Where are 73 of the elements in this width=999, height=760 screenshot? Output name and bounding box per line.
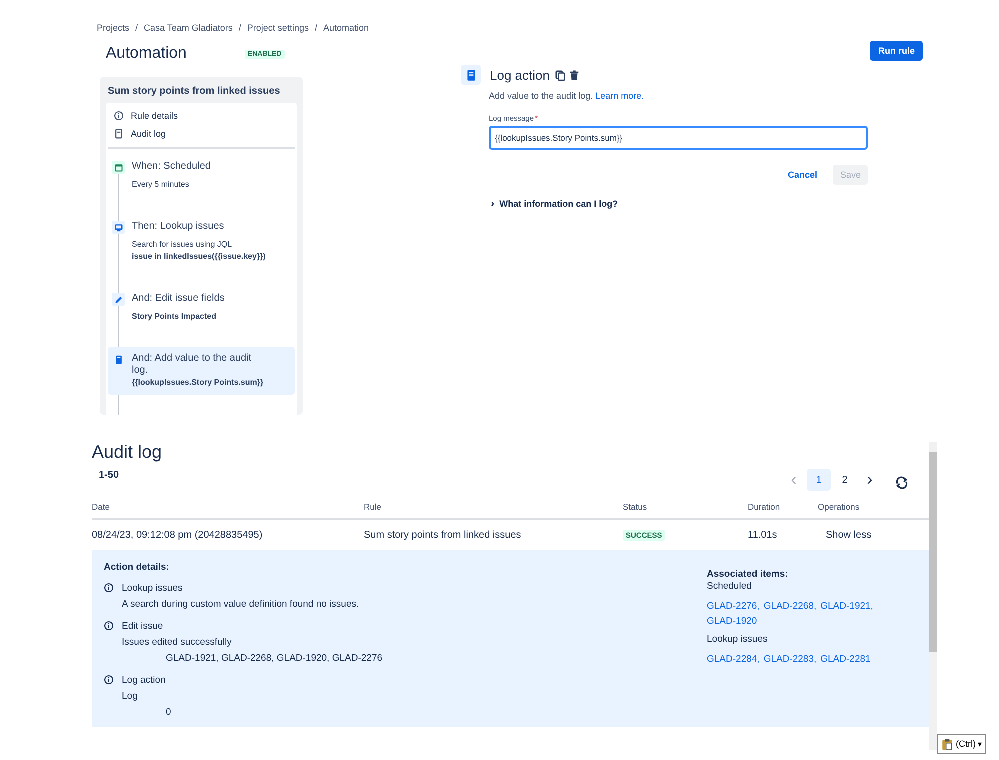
group-name: Scheduled [707,580,753,594]
page-button[interactable]: 2 [833,469,857,491]
action-title: Log action [490,68,550,82]
rule-cell-text: Sum story points from linked issues [364,530,522,540]
scrollbar[interactable] [929,442,937,750]
document-icon [461,65,481,85]
group-name: Lookup issues [707,633,769,647]
run-rule-button[interactable]: Run rule [870,41,923,61]
action-value: 0 [165,706,172,720]
caret-icon: ▾ [978,740,982,748]
document-icon [114,354,124,364]
refresh-icon[interactable] [895,476,909,490]
document-icon [114,129,124,139]
action-message: Issues edited successfully [122,636,233,650]
learn-more-link[interactable]: Learn more. [596,91,644,101]
clipboard-icon [941,738,954,750]
rule-step[interactable]: When: Scheduled Every 5 minutes [108,155,295,197]
issue-link[interactable]: GLAD-2284, [707,652,760,667]
trash-icon[interactable] [569,70,580,80]
rule-title: Sum story points from linked issues [107,85,282,99]
next-page-button[interactable]: › [859,469,881,491]
calendar-icon [114,162,124,172]
breadcrumb-separator: / [136,23,138,33]
menu-item[interactable]: Audit log [131,129,166,139]
issue-link[interactable]: GLAD-1921, [820,599,874,614]
info-icon [104,621,114,631]
issue-link[interactable]: GLAD-1920 [707,614,758,629]
associated-title: Associated items: [707,569,790,580]
column-header: Status [623,502,648,512]
issue-link[interactable]: GLAD-2283, [764,652,817,667]
rule-step[interactable]: And: Edit issue fields Story Points Impacted [108,287,295,329]
issue-link[interactable]: GLAD-2276, [707,599,760,614]
toggle-details-link[interactable]: Show less [826,530,872,540]
breadcrumb-link[interactable]: Projects [97,23,130,33]
result-range: 1-50 [99,470,120,481]
column-header: Duration [748,502,782,512]
action-name: Lookup issues [122,582,184,596]
page-title: Automation [106,45,187,63]
section-title: Audit log [92,441,164,463]
breadcrumb-link[interactable]: Automation [323,23,369,33]
copy-icon[interactable] [555,70,566,80]
chevron-icon: › [491,198,495,210]
pencil-icon [114,294,124,304]
column-header: Date [92,502,111,512]
paste-options-button[interactable]: (Ctrl) ▾ [937,734,986,754]
action-name: Log action [122,674,167,688]
breadcrumb-link[interactable]: Casa Team Gladiators [144,23,233,33]
page-button[interactable]: 1 [807,469,831,491]
action-description: Add value to the audit log. [489,91,594,101]
info-icon [104,583,114,593]
action-message: Log [122,690,139,704]
issue-link[interactable]: GLAD-2281 [820,652,871,667]
action-name: Edit issue [122,620,164,634]
info-icon [104,675,114,685]
date-cell-text: 08/24/23, 09:12:08 pm (20428835495) [92,530,264,540]
action-value: GLAD-1921, GLAD-2268, GLAD-1920, GLAD-2276 [165,652,383,666]
expander-link[interactable]: What information can I log? [500,199,618,209]
breadcrumb-link[interactable]: Project settings [247,23,309,33]
action-message: A search during custom value definition found no issues. [122,598,360,612]
rule-step[interactable]: Then: Lookup issues Search for issues using JQL issue in linkedIssues({{issue.key}}) [108,215,295,269]
breadcrumb-separator: / [238,23,242,33]
monitor-icon [114,222,124,232]
log-message-field[interactable]: {{lookupIssues.Story Points.sum}} [489,126,868,150]
cancel-button[interactable]: Cancel [782,165,824,185]
menu-item[interactable]: Rule details [131,111,178,121]
issue-link[interactable]: GLAD-2268, [764,599,817,614]
column-header: Rule [364,502,382,512]
breadcrumb-separator: / [314,23,318,33]
duration-cell-text: 11.01s [748,530,778,540]
info-icon [114,111,124,121]
rule-step[interactable]: And: Add value to the audit log. {{lookupIssues.Story Points.sum}} [108,347,295,395]
column-header: Operations [818,502,861,512]
details-title: Action details: [104,561,170,575]
